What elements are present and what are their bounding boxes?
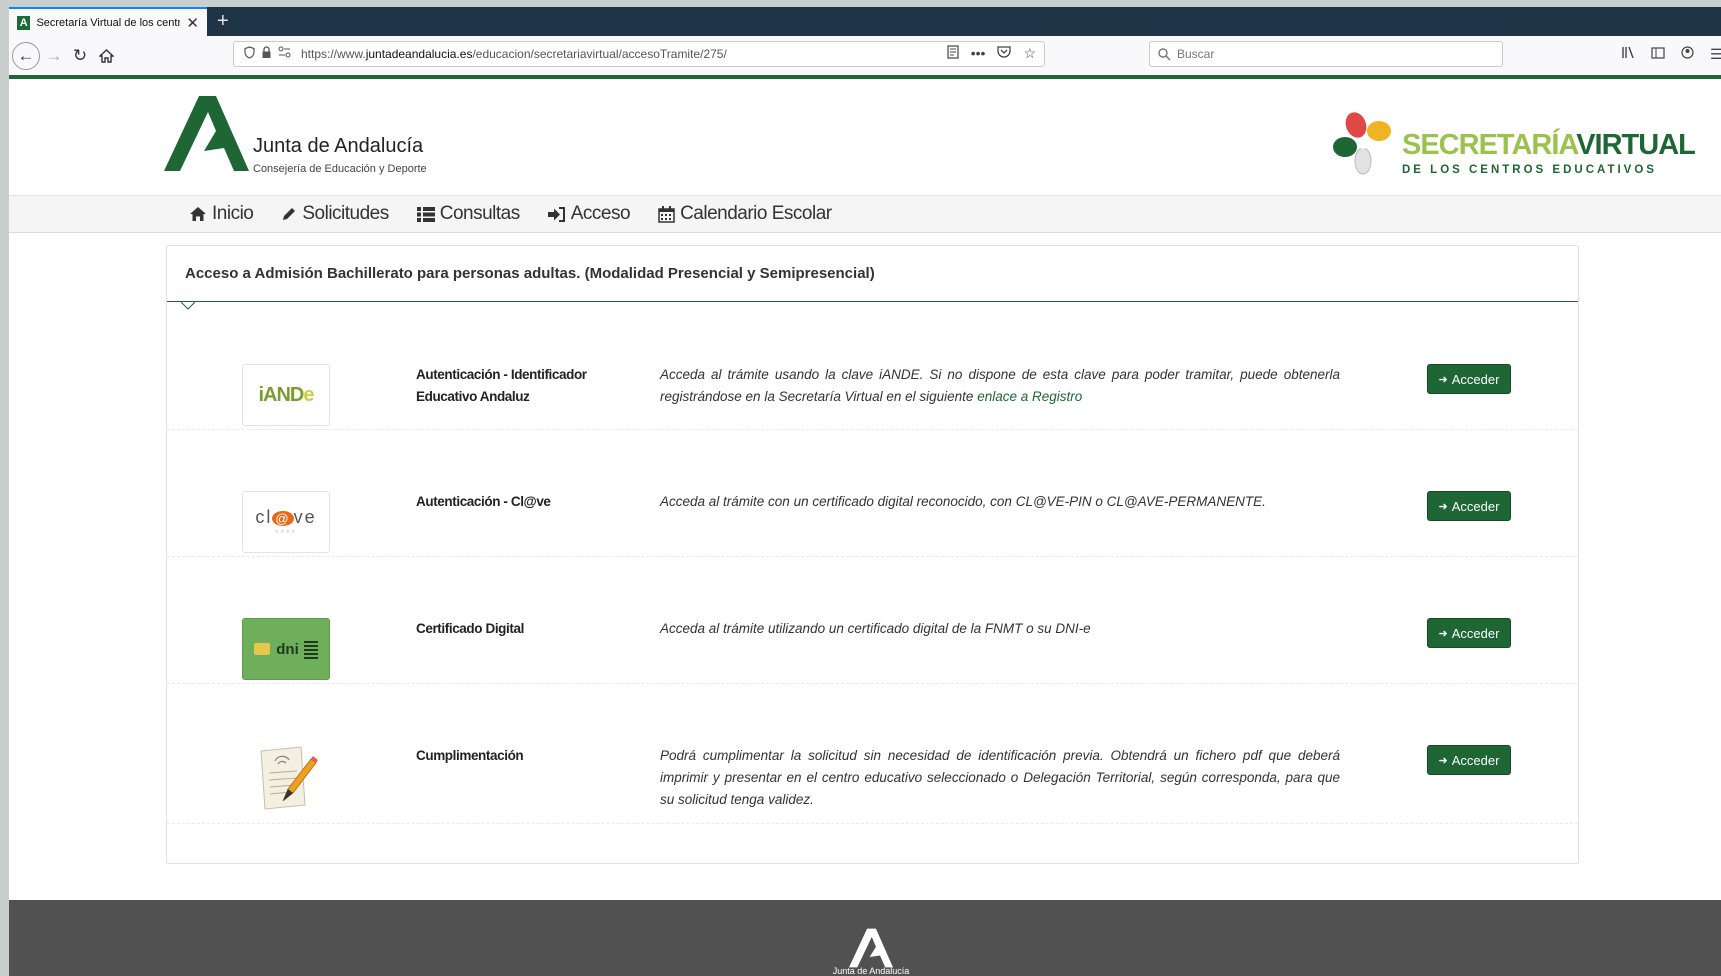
list-item-iande: iANDe Autenticación - Identificador Educ… — [167, 302, 1578, 430]
sign-in-icon: ➜ — [1438, 373, 1448, 386]
reload-icon[interactable]: ↻ — [66, 42, 94, 70]
list-item-clave: cl @ ve **** Autenticación - Cl@ve Acceda … — [167, 429, 1578, 557]
menu-item-consultas[interactable]: Consultas — [416, 203, 520, 225]
account-icon[interactable] — [1681, 46, 1694, 63]
row-title: Autenticación - Cl@ve — [416, 494, 551, 509]
pocket-icon[interactable] — [997, 45, 1012, 62]
junta-favicon-icon: A — [17, 15, 31, 30]
url-text[interactable]: https://www.juntadeandalucia.es/educacio… — [301, 47, 727, 61]
new-tab-icon[interactable]: + — [217, 10, 229, 33]
site-footer: Junta de Andalucía — [9, 900, 1721, 976]
secretaria-virtual-logo[interactable] — [1329, 109, 1399, 179]
brand-subtitle: Consejería de Educación y Deporte — [253, 163, 427, 175]
permissions-icon[interactable] — [278, 46, 291, 62]
acceder-button[interactable]: ➜ Acceder — [1427, 618, 1511, 648]
browser-window: A Secretaría Virtual de los centros ✕ + … — [9, 7, 1721, 976]
row-title: Cumplimentación — [416, 748, 524, 763]
close-tab-icon[interactable]: ✕ — [186, 14, 199, 32]
row-description: Acceda al trámite utilizando un certific… — [660, 621, 1091, 636]
sign-in-icon: ➜ — [1438, 627, 1448, 640]
iande-logo: iANDe — [242, 364, 330, 426]
document-pencil-icon — [260, 746, 318, 810]
lock-icon[interactable] — [261, 46, 272, 62]
list-item-certificado: dni Certificado Digital Acceda al trámit… — [167, 556, 1578, 684]
row-description: Podrá cumplimentar la solicitud sin nece… — [660, 748, 1340, 807]
pencil-icon — [281, 206, 297, 222]
row-description: Acceda al trámite usando la clave iANDE.… — [660, 367, 1340, 404]
access-panel: Acceso a Admisión Bachillerato para pers… — [166, 245, 1579, 864]
list-item-cumplimentacion: Cumplimentación Podrá cumplimentar la so… — [167, 683, 1578, 824]
bookmark-star-icon[interactable]: ☆ — [1023, 45, 1036, 62]
sign-in-icon: ➜ — [1438, 754, 1448, 767]
list-icon — [416, 206, 435, 222]
menu-item-acceso[interactable]: Acceso — [547, 203, 631, 225]
tab-title: Secretaría Virtual de los centros — [36, 16, 181, 29]
registro-link[interactable]: enlace a Registro — [977, 389, 1082, 404]
clave-logo: cl @ ve **** — [242, 491, 330, 553]
library-icon[interactable] — [1621, 46, 1635, 63]
forward-arrow-icon[interactable]: → — [40, 42, 68, 70]
home-icon — [189, 206, 207, 222]
acceder-button[interactable]: ➜ Acceder — [1427, 491, 1511, 521]
acceder-button[interactable]: ➜ Acceder — [1427, 745, 1511, 775]
row-title: Certificado Digital — [416, 621, 524, 636]
sign-in-icon — [547, 206, 566, 222]
menu-item-solicitudes[interactable]: Solicitudes — [281, 203, 389, 225]
more-actions-icon[interactable]: ••• — [971, 45, 986, 62]
search-placeholder: Buscar — [1177, 47, 1215, 61]
home-icon[interactable] — [92, 42, 120, 70]
shield-icon[interactable] — [244, 46, 255, 62]
tab-bar: A Secretaría Virtual de los centros ✕ + — [9, 7, 1721, 36]
sign-in-icon: ➜ — [1438, 500, 1448, 513]
menu-item-calendario[interactable]: Calendario Escolar — [658, 203, 832, 225]
row-title: Autenticación - Identificador Educativo … — [416, 367, 587, 404]
url-bar[interactable]: https://www.juntadeandalucia.es/educacio… — [233, 41, 1045, 67]
footer-brand-text: Junta de Andalucía — [832, 966, 910, 976]
sv-subtitle: DE LOS CENTROS EDUCATIVOS — [1402, 164, 1657, 176]
dni-card-icon: dni — [242, 618, 330, 680]
row-description: Acceda al trámite con un certificado dig… — [660, 494, 1266, 509]
junta-andalucia-logo[interactable] — [164, 96, 249, 171]
menu-hamburger-icon[interactable]: ☰ — [1710, 46, 1721, 63]
browser-tab[interactable]: A Secretaría Virtual de los centros ✕ — [9, 7, 207, 36]
panel-title: Acceso a Admisión Bachillerato para pers… — [167, 246, 1578, 310]
sidebar-icon[interactable] — [1651, 46, 1665, 63]
back-arrow-icon[interactable]: ← — [12, 42, 40, 70]
main-menu: Inicio Solicitudes Consultas Acceso Cale… — [9, 196, 1721, 233]
sv-title: SECRETARÍAVIRTUAL — [1402, 129, 1696, 161]
calendar-icon — [658, 205, 675, 223]
search-icon — [1158, 47, 1171, 61]
navigation-bar: ← → ↻ https://www.juntadeandalucia.es/ed… — [9, 36, 1721, 76]
junta-andalucia-footer-logo[interactable] — [849, 928, 893, 968]
reader-view-icon[interactable] — [947, 45, 959, 62]
brand-title: Junta de Andalucía — [253, 135, 424, 157]
acceder-button[interactable]: ➜ Acceder — [1427, 364, 1511, 394]
search-input[interactable]: Buscar — [1149, 41, 1503, 67]
menu-item-inicio[interactable]: Inicio — [189, 203, 254, 225]
site-header: Junta de Andalucía Consejería de Educaci… — [9, 79, 1721, 196]
